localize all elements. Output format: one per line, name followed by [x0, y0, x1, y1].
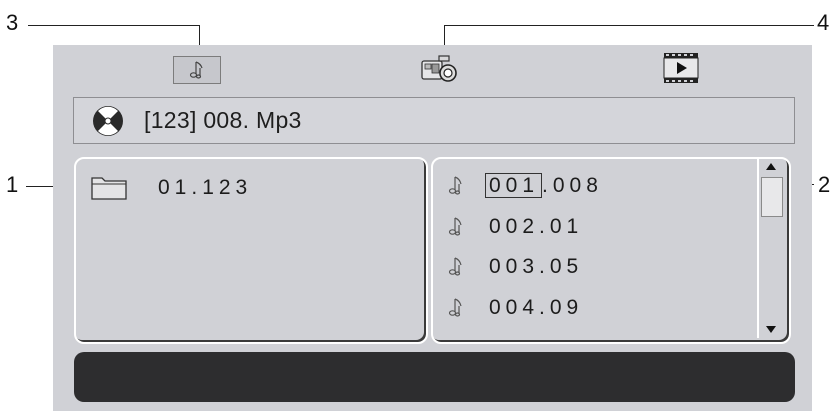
- folder-icon: [91, 177, 127, 200]
- file-list-panel: 001.008 002.01 003.05 004.09: [431, 157, 791, 344]
- folder-panel: 01.123: [74, 157, 428, 344]
- folder-label: 01.123: [158, 176, 253, 199]
- tab-video[interactable]: [661, 51, 701, 85]
- file-label-suffix: .008: [542, 174, 603, 197]
- callout-4: 4: [817, 10, 830, 35]
- film-play-icon: [663, 53, 699, 83]
- music-note-icon: [189, 61, 203, 79]
- now-playing-bar: [123] 008. Mp3: [73, 97, 795, 144]
- file-item[interactable]: 003.05: [447, 252, 583, 282]
- music-note-icon: [448, 257, 462, 276]
- music-note-icon: [448, 298, 462, 317]
- file-item[interactable]: 002.01: [447, 212, 583, 242]
- file-label: 002.01: [489, 215, 584, 238]
- file-label: 004.09: [489, 296, 584, 319]
- tab-music[interactable]: [173, 56, 221, 84]
- now-playing-title: [123] 008. Mp3: [144, 107, 302, 133]
- file-label: 003.05: [489, 255, 584, 278]
- scroll-up-arrow[interactable]: [766, 163, 776, 170]
- callout-1: 1: [6, 172, 19, 197]
- camera-icon: [421, 55, 457, 82]
- callout-4-line: [444, 25, 814, 26]
- selection-cursor: 001: [485, 173, 543, 198]
- file-label-selected: 001.008: [485, 173, 603, 198]
- music-note-icon: [448, 217, 462, 236]
- tab-photo[interactable]: [415, 53, 463, 85]
- scroll-thumb[interactable]: [761, 177, 783, 217]
- info-bar: [74, 352, 795, 402]
- music-note-icon: [448, 176, 462, 195]
- disc-icon: [93, 105, 123, 136]
- callout-2: 2: [818, 172, 831, 197]
- media-browser-screen: [123] 008. Mp3 01.123 001.008 002.01 003…: [53, 45, 812, 411]
- scrollbar[interactable]: [757, 159, 785, 338]
- file-item[interactable]: 001.008: [447, 171, 603, 201]
- callout-3-line: [28, 25, 200, 26]
- file-item[interactable]: 004.09: [447, 293, 583, 323]
- callout-3: 3: [6, 10, 19, 35]
- folder-item[interactable]: 01.123: [90, 175, 252, 201]
- scroll-down-arrow[interactable]: [766, 326, 776, 333]
